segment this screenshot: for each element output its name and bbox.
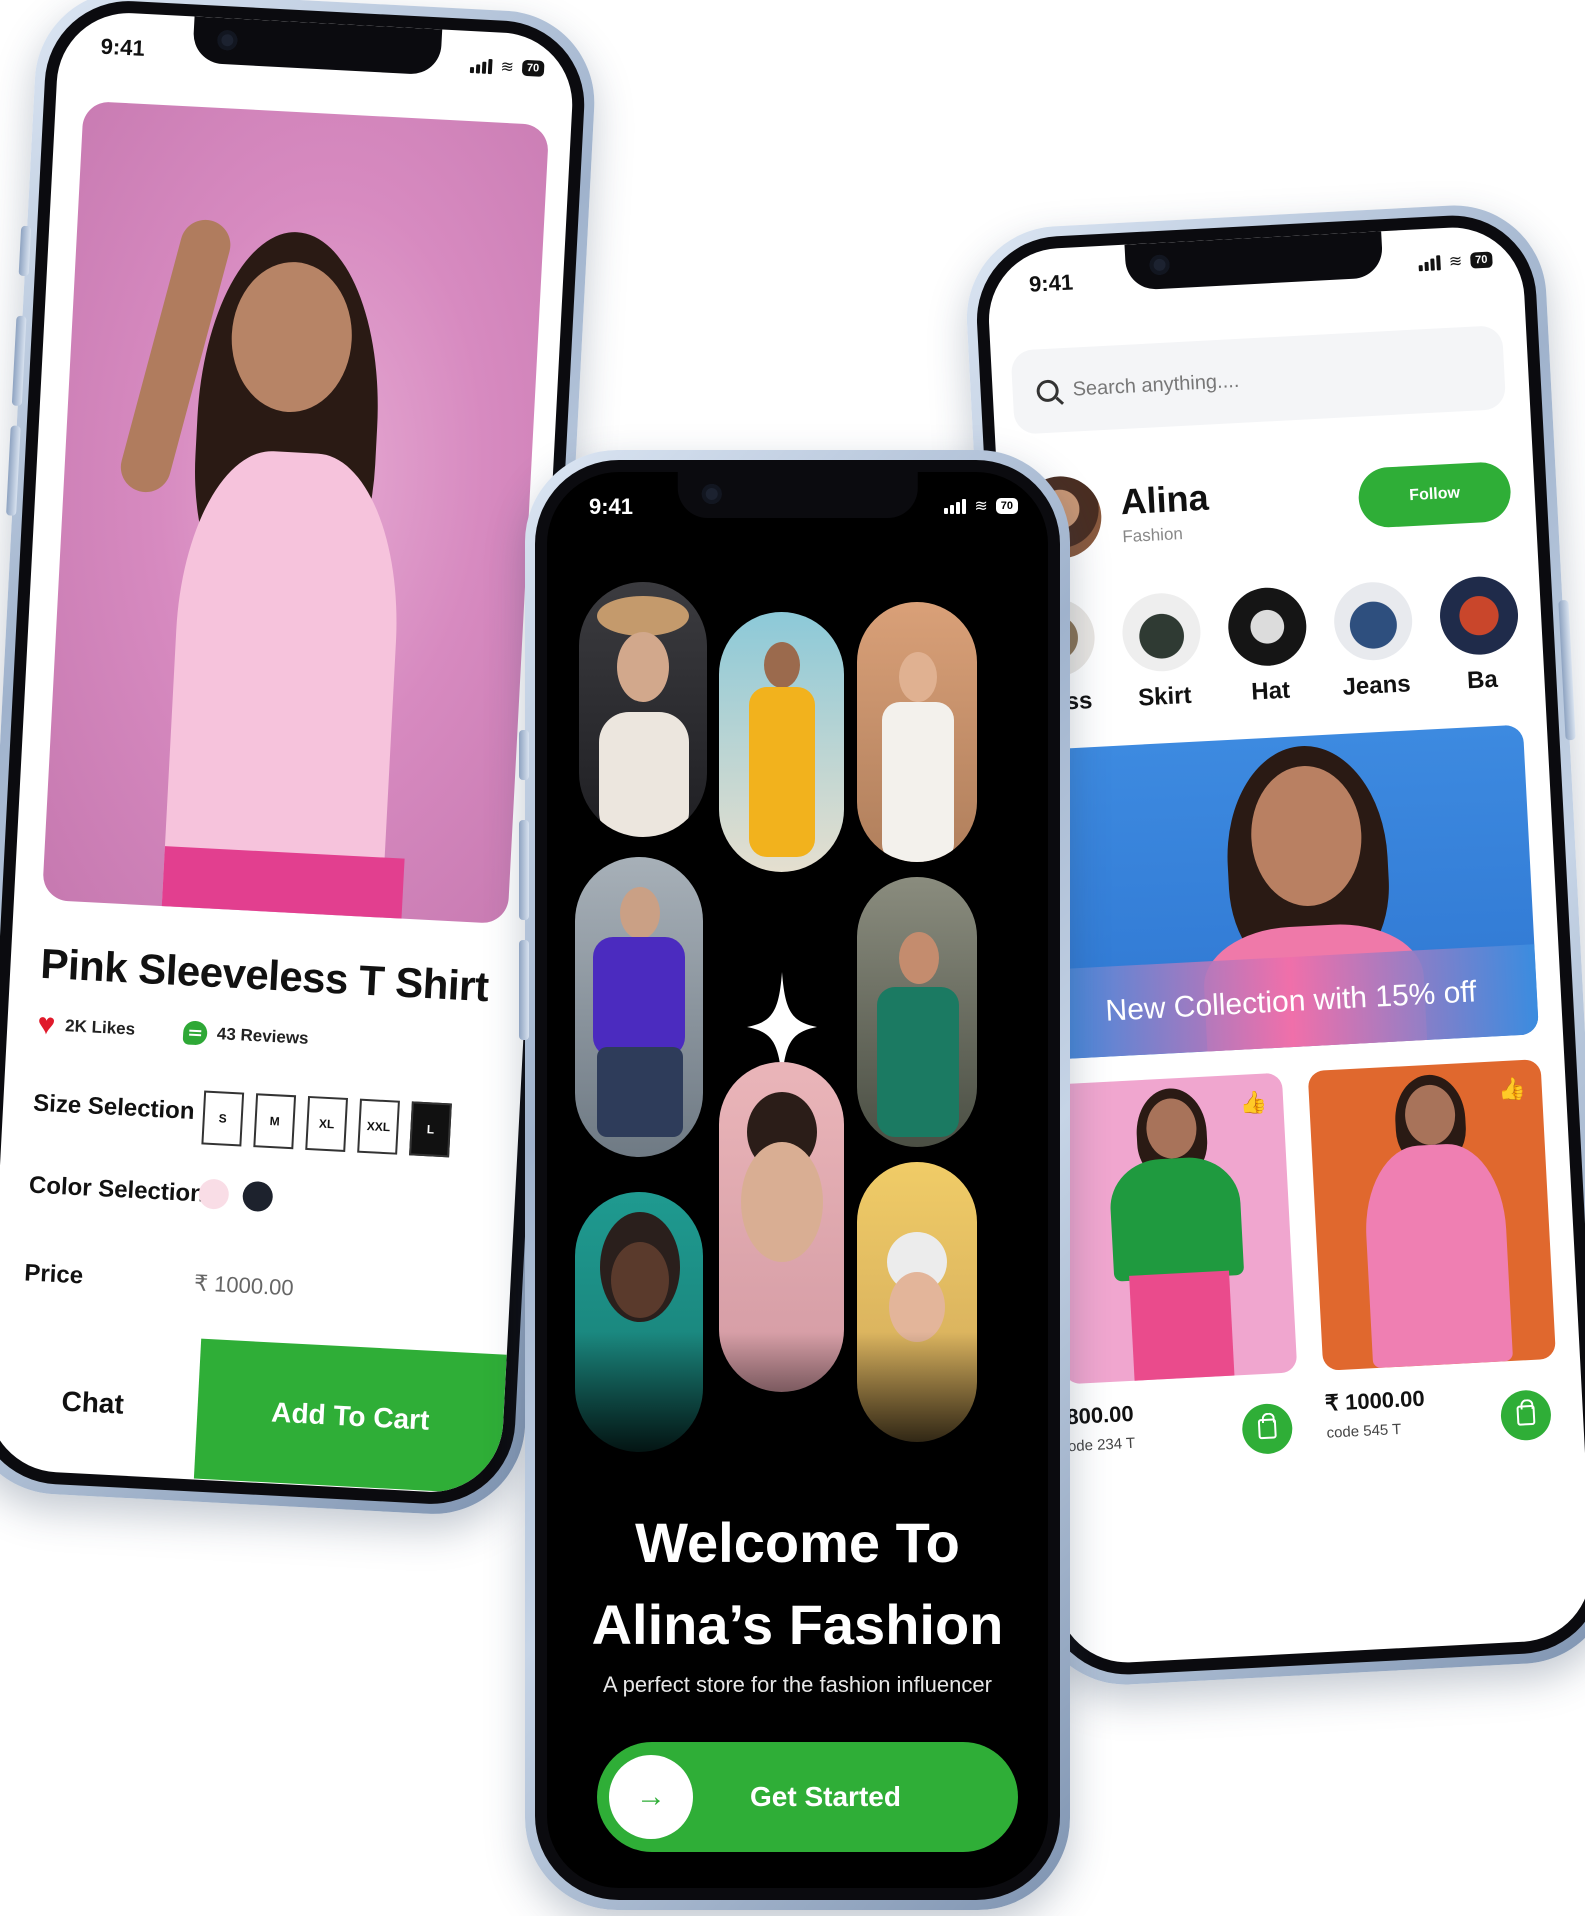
side-button (519, 940, 529, 1040)
size-option-s[interactable]: S (201, 1090, 245, 1147)
product-phone: 9:41 ≋ 70 Pink Sleeveless T Shirt ♥ 2K L… (0, 0, 599, 1519)
product-meta: ♥ 2K Likes 43 Reviews (37, 1008, 310, 1054)
category-jeans[interactable]: Jeans (1331, 580, 1417, 702)
category-hat[interactable]: Hat (1225, 585, 1311, 708)
product-image: 👍 (1307, 1059, 1557, 1371)
size-label: Size Selection (32, 1089, 196, 1125)
shopping-bag-icon (1257, 1418, 1277, 1440)
status-bar: 9:41 ≋ 70 (547, 486, 1048, 526)
battery-icon: 70 (521, 59, 545, 77)
collage-photo (579, 582, 707, 837)
price-value: ₹ 1000.00 (193, 1270, 295, 1301)
thumbs-up-icon[interactable]: 👍 (1498, 1076, 1527, 1103)
follow-button[interactable]: Follow (1357, 460, 1513, 529)
category-label: Skirt (1137, 681, 1193, 712)
collage-fade (547, 1332, 1048, 1492)
category-label: Jeans (1341, 670, 1412, 701)
product-image (41, 100, 550, 925)
jeans-icon (1332, 580, 1415, 663)
reviews-count[interactable]: 43 Reviews (216, 1024, 309, 1049)
battery-icon: 70 (995, 498, 1018, 514)
collage-photo (719, 612, 844, 872)
battery-icon: 70 (1469, 251, 1493, 269)
category-bags[interactable]: Ba (1437, 574, 1523, 697)
profile-subtitle: Fashion (1121, 524, 1184, 547)
category-label: Ba (1466, 665, 1499, 695)
welcome-screen: 9:41 ≋ 70 Welcome To Alina’s Fashion A p… (547, 472, 1048, 1888)
wifi-icon: ≋ (974, 498, 988, 515)
status-time: 9:41 (1028, 269, 1074, 297)
get-started-label: Get Started (750, 1781, 901, 1812)
chat-button[interactable]: Chat (0, 1328, 201, 1479)
price-label: Price (23, 1259, 84, 1290)
color-label: Color Selection (28, 1171, 206, 1208)
side-button (519, 820, 529, 920)
welcome-title: Welcome To Alina’s Fashion (591, 1511, 1004, 1656)
model-figure (100, 184, 499, 925)
search-icon (1036, 379, 1060, 403)
shop-screen: 9:41 ≋ 70 Search anything.... Alina Fash… (985, 223, 1585, 1667)
product-screen: 9:41 ≋ 70 Pink Sleeveless T Shirt ♥ 2K L… (0, 9, 576, 1496)
status-icons: ≋ 70 (470, 55, 545, 79)
color-options (198, 1178, 274, 1213)
size-option-xl[interactable]: XL (305, 1095, 349, 1152)
bag-category-icon (1438, 574, 1521, 657)
size-option-xxl[interactable]: XXL (357, 1098, 400, 1155)
product-grid: 👍 800.00 ode 234 T 👍 ₹ 1000.00 code 545 … (1048, 1059, 1563, 1505)
welcome-tagline: A perfect store for the fashion influenc… (603, 1672, 992, 1697)
search-bar[interactable]: Search anything.... (1010, 325, 1507, 435)
promo-banner[interactable]: New Collection with 15% off (1031, 724, 1540, 1060)
product-card[interactable]: 👍 800.00 ode 234 T (1048, 1072, 1304, 1505)
color-swatch-pink[interactable] (198, 1178, 230, 1210)
collage-photo (575, 857, 703, 1157)
hat-icon (1226, 585, 1309, 668)
heart-icon[interactable]: ♥ (37, 1008, 57, 1042)
side-button (519, 730, 529, 780)
signal-icon (944, 498, 967, 514)
skirt-icon (1120, 591, 1203, 674)
status-time: 9:41 (589, 494, 634, 519)
status-icons: ≋ 70 (944, 496, 1018, 516)
product-title: Pink Sleeveless T Shirt (39, 939, 490, 1011)
likes-count: 2K Likes (64, 1016, 136, 1039)
profile-name: Alina (1119, 476, 1210, 523)
shopping-bag-icon (1516, 1404, 1536, 1426)
product-card[interactable]: 👍 ₹ 1000.00 code 545 T (1307, 1059, 1563, 1491)
size-options: S M XL XXL L (201, 1090, 452, 1158)
welcome-phone: 9:41 ≋ 70 Welcome To Alina’s Fashion A p… (519, 450, 1070, 1910)
wifi-icon: ≋ (1448, 253, 1463, 271)
size-option-l[interactable]: L (409, 1101, 452, 1158)
search-placeholder: Search anything.... (1072, 369, 1240, 401)
color-swatch-black[interactable] (241, 1180, 274, 1213)
signal-icon (470, 57, 493, 75)
category-list: Dress Skirt Hat Jeans Ba (1014, 574, 1523, 719)
status-time: 9:41 (100, 33, 146, 61)
product-image: 👍 (1048, 1072, 1298, 1385)
add-to-cart-button[interactable]: Add To Cart (193, 1338, 507, 1495)
status-icons: ≋ 70 (1418, 249, 1493, 273)
get-started-button[interactable]: → Get Started (597, 1742, 1018, 1852)
category-label: Hat (1250, 676, 1291, 706)
wifi-icon: ≋ (500, 58, 515, 77)
arrow-right-icon: → (609, 1755, 693, 1839)
category-skirt[interactable]: Skirt (1119, 591, 1205, 713)
collage-photo (857, 877, 977, 1147)
collage-photo (857, 602, 977, 862)
size-option-m[interactable]: M (253, 1093, 297, 1150)
thumbs-up-icon[interactable]: 👍 (1239, 1089, 1268, 1116)
signal-icon (1418, 254, 1442, 272)
chat-bubble-icon[interactable] (182, 1020, 208, 1046)
